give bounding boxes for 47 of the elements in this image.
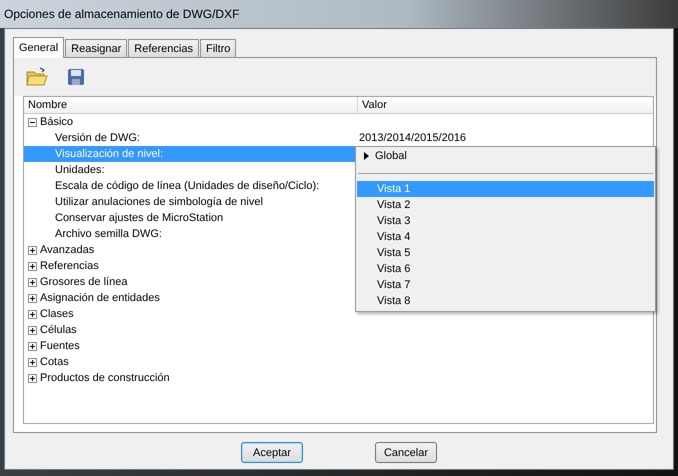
submenu-arrow-icon (364, 152, 369, 160)
tab[interactable]: General (13, 37, 64, 58)
property-name[interactable]: Archivo semilla DWG: (24, 226, 357, 242)
group-label: Avanzadas (40, 244, 94, 256)
save-icon[interactable] (67, 68, 85, 86)
dialog-button[interactable]: Aceptar (241, 442, 303, 463)
expander-icon[interactable] (28, 358, 37, 366)
property-name[interactable]: Conservar ajustes de MicroStation (24, 210, 357, 226)
expander-icon[interactable] (28, 246, 37, 254)
expander-icon[interactable] (28, 118, 37, 126)
expander-icon[interactable] (28, 262, 37, 270)
open-folder-icon[interactable] (26, 67, 48, 87)
expander-icon[interactable] (28, 342, 37, 350)
expander-icon[interactable] (28, 374, 37, 382)
group-label: Referencias (40, 260, 99, 272)
expander-icon[interactable] (28, 278, 37, 286)
dialog-button[interactable]: Cancelar (375, 442, 437, 463)
window-title: Opciones de almacenamiento de DWG/DXF (4, 7, 240, 21)
menu-item[interactable]: Vista 2 (357, 197, 654, 213)
group-label: Asignación de entidades (40, 292, 160, 304)
menu-item[interactable]: Vista 4 (357, 229, 654, 245)
property-value: 2013/2014/2015/2016 (358, 131, 466, 146)
group-label: Grosores de línea (40, 276, 128, 288)
menu-item[interactable]: Vista 7 (357, 277, 654, 293)
group-label: Células (40, 324, 77, 336)
group-label: Cotas (40, 356, 69, 368)
tab[interactable]: Referencias (128, 39, 199, 57)
property-name[interactable]: Versión de DWG: (24, 130, 357, 146)
property-name[interactable]: Utilizar anulaciones de simbología de nivel (24, 194, 357, 210)
expander-icon[interactable] (28, 294, 37, 302)
expander-icon[interactable] (28, 326, 37, 334)
menu-item[interactable]: Global (357, 148, 654, 164)
menu-item[interactable]: Vista 3 (357, 213, 654, 229)
group-label: Básico (40, 116, 74, 128)
group-label: Productos de construcción (40, 372, 170, 384)
group-label: Fuentes (40, 340, 80, 352)
column-header: Nombre (24, 97, 358, 113)
property-name[interactable]: Unidades: (24, 162, 357, 178)
menu-item[interactable]: Vista 5 (357, 245, 654, 261)
menu-item[interactable]: Vista 6 (357, 261, 654, 277)
tab[interactable]: Filtro (200, 39, 236, 57)
expander-icon[interactable] (28, 310, 37, 318)
tab[interactable]: Reasignar (65, 39, 128, 57)
property-name[interactable]: Escala de código de línea (Unidades de diseño/Ciclo): (24, 178, 357, 194)
column-header: Valor (361, 98, 387, 113)
menu-item[interactable]: Vista 8 (357, 293, 654, 309)
group-label: Clases (40, 308, 74, 320)
